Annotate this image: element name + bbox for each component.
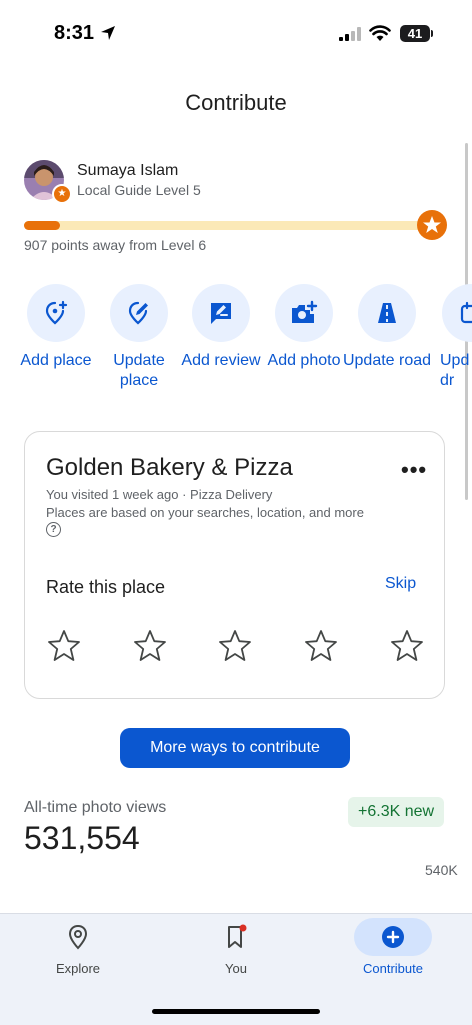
add-review-icon [211,303,231,324]
photo-views-label: All-time photo views [24,799,167,816]
update-address-label: Upd addr [440,352,472,389]
add-review-button[interactable]: Add review [176,284,266,371]
tab-you-label: You [225,961,247,976]
new-views-badge: +6.3K new [348,797,445,827]
rating-star-2-icon[interactable] [132,628,168,664]
page-title: Contribute [185,90,287,115]
tab-you[interactable]: You [186,924,286,976]
battery-indicator: 41 [400,25,430,42]
wifi-icon [369,25,391,41]
add-photo-button[interactable]: Add photo [259,284,349,371]
contribute-plus-icon [382,926,404,948]
add-place-button[interactable]: Add place [11,284,101,371]
tab-explore[interactable]: Explore [28,924,128,976]
update-road-button[interactable]: Update road [342,284,432,371]
edit-place-icon [128,301,148,325]
level-badge-icon [417,210,447,240]
update-road-label: Update road [342,352,432,369]
bookmark-icon [228,924,247,948]
update-place-button[interactable]: Update place [94,284,184,391]
update-address-button[interactable]: Upd addr [426,284,472,391]
rate-this-place-label: Rate this place [46,577,166,597]
explore-pin-icon [68,924,88,950]
tab-contribute[interactable]: Contribute [343,924,443,976]
level-progress-fill [24,221,60,230]
place-name[interactable]: Golden Bakery & Pizza [46,454,293,482]
rating-star-5-icon[interactable] [389,628,425,664]
more-ways-to-contribute-button[interactable]: More ways to contribute [120,728,350,768]
chart-axis-label: 540K [425,862,458,878]
guide-level: Local Guide Level 5 [77,182,201,198]
rating-star-1-icon[interactable] [46,628,82,664]
tab-explore-label: Explore [55,961,101,976]
tab-contribute-label: Contribute [363,961,423,976]
update-address-icon [460,301,472,324]
add-place-label: Add place [20,352,92,369]
rating-star-4-icon[interactable] [303,628,339,664]
battery-tip [431,30,433,37]
road-icon [378,303,396,323]
rating-star-3-icon[interactable] [217,628,253,664]
signal-icon [339,27,361,41]
photo-views-value: 531,554 [24,820,140,856]
user-name[interactable]: Sumaya Islam [77,162,178,180]
visit-info: You visited 1 week ago · Pizza Delivery [46,487,273,502]
home-indicator [152,1009,320,1014]
points-away-text: 907 points away from Level 6 [24,237,207,253]
suggestion-reason: Places are based on your searches, locat… [46,505,364,520]
skip-button[interactable]: Skip [385,575,416,593]
add-review-label: Add review [181,352,261,369]
add-photo-icon [292,300,318,323]
update-place-label: Update place [113,352,165,389]
status-time: 8:31 [54,22,95,44]
guide-star-badge-icon: ★ [52,184,72,204]
add-place-icon [45,300,68,325]
level-progress-track [24,221,428,230]
more-options-icon[interactable]: ••• [401,457,427,483]
add-photo-label: Add photo [267,352,341,369]
help-icon[interactable]: ? [46,522,61,537]
location-arrow-icon [101,26,115,40]
